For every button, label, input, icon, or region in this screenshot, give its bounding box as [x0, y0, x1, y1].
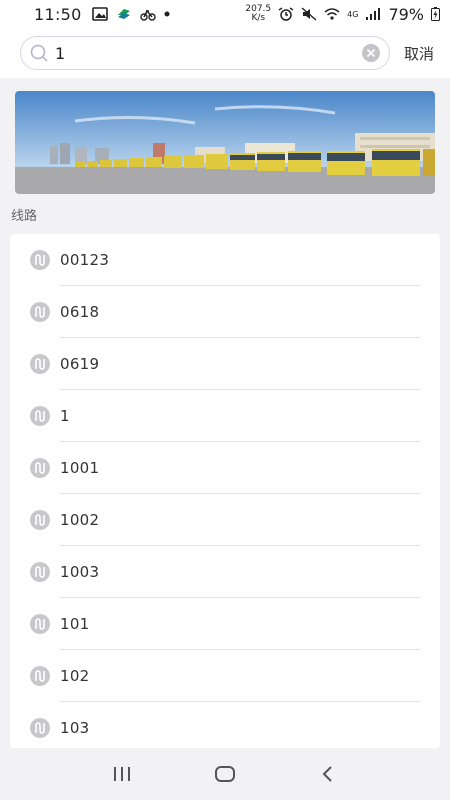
route-item[interactable]: 00123: [10, 234, 440, 286]
app-notification-icon: [117, 9, 130, 19]
cancel-button[interactable]: 取消: [404, 43, 434, 64]
route-icon: [30, 666, 50, 686]
recent-apps-button[interactable]: [107, 759, 137, 789]
route-item[interactable]: 1: [10, 390, 440, 442]
route-icon: [30, 510, 50, 530]
route-name: 1003: [60, 563, 100, 581]
gallery-icon: [91, 7, 108, 21]
section-title: 线路: [11, 209, 38, 224]
route-icon: [30, 406, 50, 426]
route-icon: [30, 614, 50, 634]
clear-icon[interactable]: [361, 43, 381, 63]
route-list: 00123 0618 0619 1 1001 1002 1003 101 102 103: [10, 234, 440, 748]
route-name: 0619: [60, 355, 100, 373]
search-header: 取消: [0, 28, 450, 78]
route-icon: [30, 250, 50, 270]
search-box[interactable]: [20, 36, 390, 70]
signal-icon: [366, 8, 381, 20]
route-name: 101: [60, 615, 90, 633]
dot-icon: [164, 11, 170, 17]
network-speed: 207.5 K/s: [245, 5, 271, 23]
bike-icon: [139, 9, 156, 21]
status-bar: 11:50 207.5 K/s 4G 79%: [0, 0, 450, 28]
back-icon: [322, 766, 333, 782]
status-notification-icons: [91, 7, 170, 21]
banner-image[interactable]: [15, 91, 435, 194]
speed-unit: K/s: [251, 13, 266, 23]
route-name: 1: [60, 407, 70, 425]
route-item[interactable]: 1002: [10, 494, 440, 546]
search-input[interactable]: [55, 43, 361, 63]
home-icon: [214, 766, 235, 782]
route-icon: [30, 718, 50, 738]
recent-apps-icon: [113, 767, 130, 781]
route-name: 102: [60, 667, 90, 685]
status-time: 11:50: [34, 4, 82, 24]
battery-percent: 79%: [388, 4, 424, 24]
route-icon: [30, 354, 50, 374]
route-name: 0618: [60, 303, 100, 321]
route-icon: [30, 562, 50, 582]
system-nav-bar: [0, 748, 450, 800]
mute-icon: [301, 7, 317, 21]
route-item[interactable]: 102: [10, 650, 440, 702]
status-system-icons: 207.5 K/s 4G 79%: [245, 5, 440, 24]
route-name: 1001: [60, 459, 100, 477]
search-icon: [30, 44, 48, 62]
route-item[interactable]: 103: [10, 702, 440, 748]
bus-depot-photo: [15, 91, 435, 194]
wifi-icon: [324, 8, 340, 20]
route-name: 103: [60, 719, 90, 737]
route-item[interactable]: 101: [10, 598, 440, 650]
route-item[interactable]: 1003: [10, 546, 440, 598]
route-icon: [30, 458, 50, 478]
route-item[interactable]: 0619: [10, 338, 440, 390]
route-name: 1002: [60, 511, 100, 529]
route-item[interactable]: 1001: [10, 442, 440, 494]
battery-charging-icon: [431, 7, 440, 21]
home-button[interactable]: [210, 759, 240, 789]
network-type: 4G: [347, 9, 359, 19]
route-name: 00123: [60, 251, 110, 269]
back-button[interactable]: [313, 759, 343, 789]
route-item[interactable]: 0618: [10, 286, 440, 338]
route-icon: [30, 302, 50, 322]
alarm-icon: [278, 7, 294, 21]
